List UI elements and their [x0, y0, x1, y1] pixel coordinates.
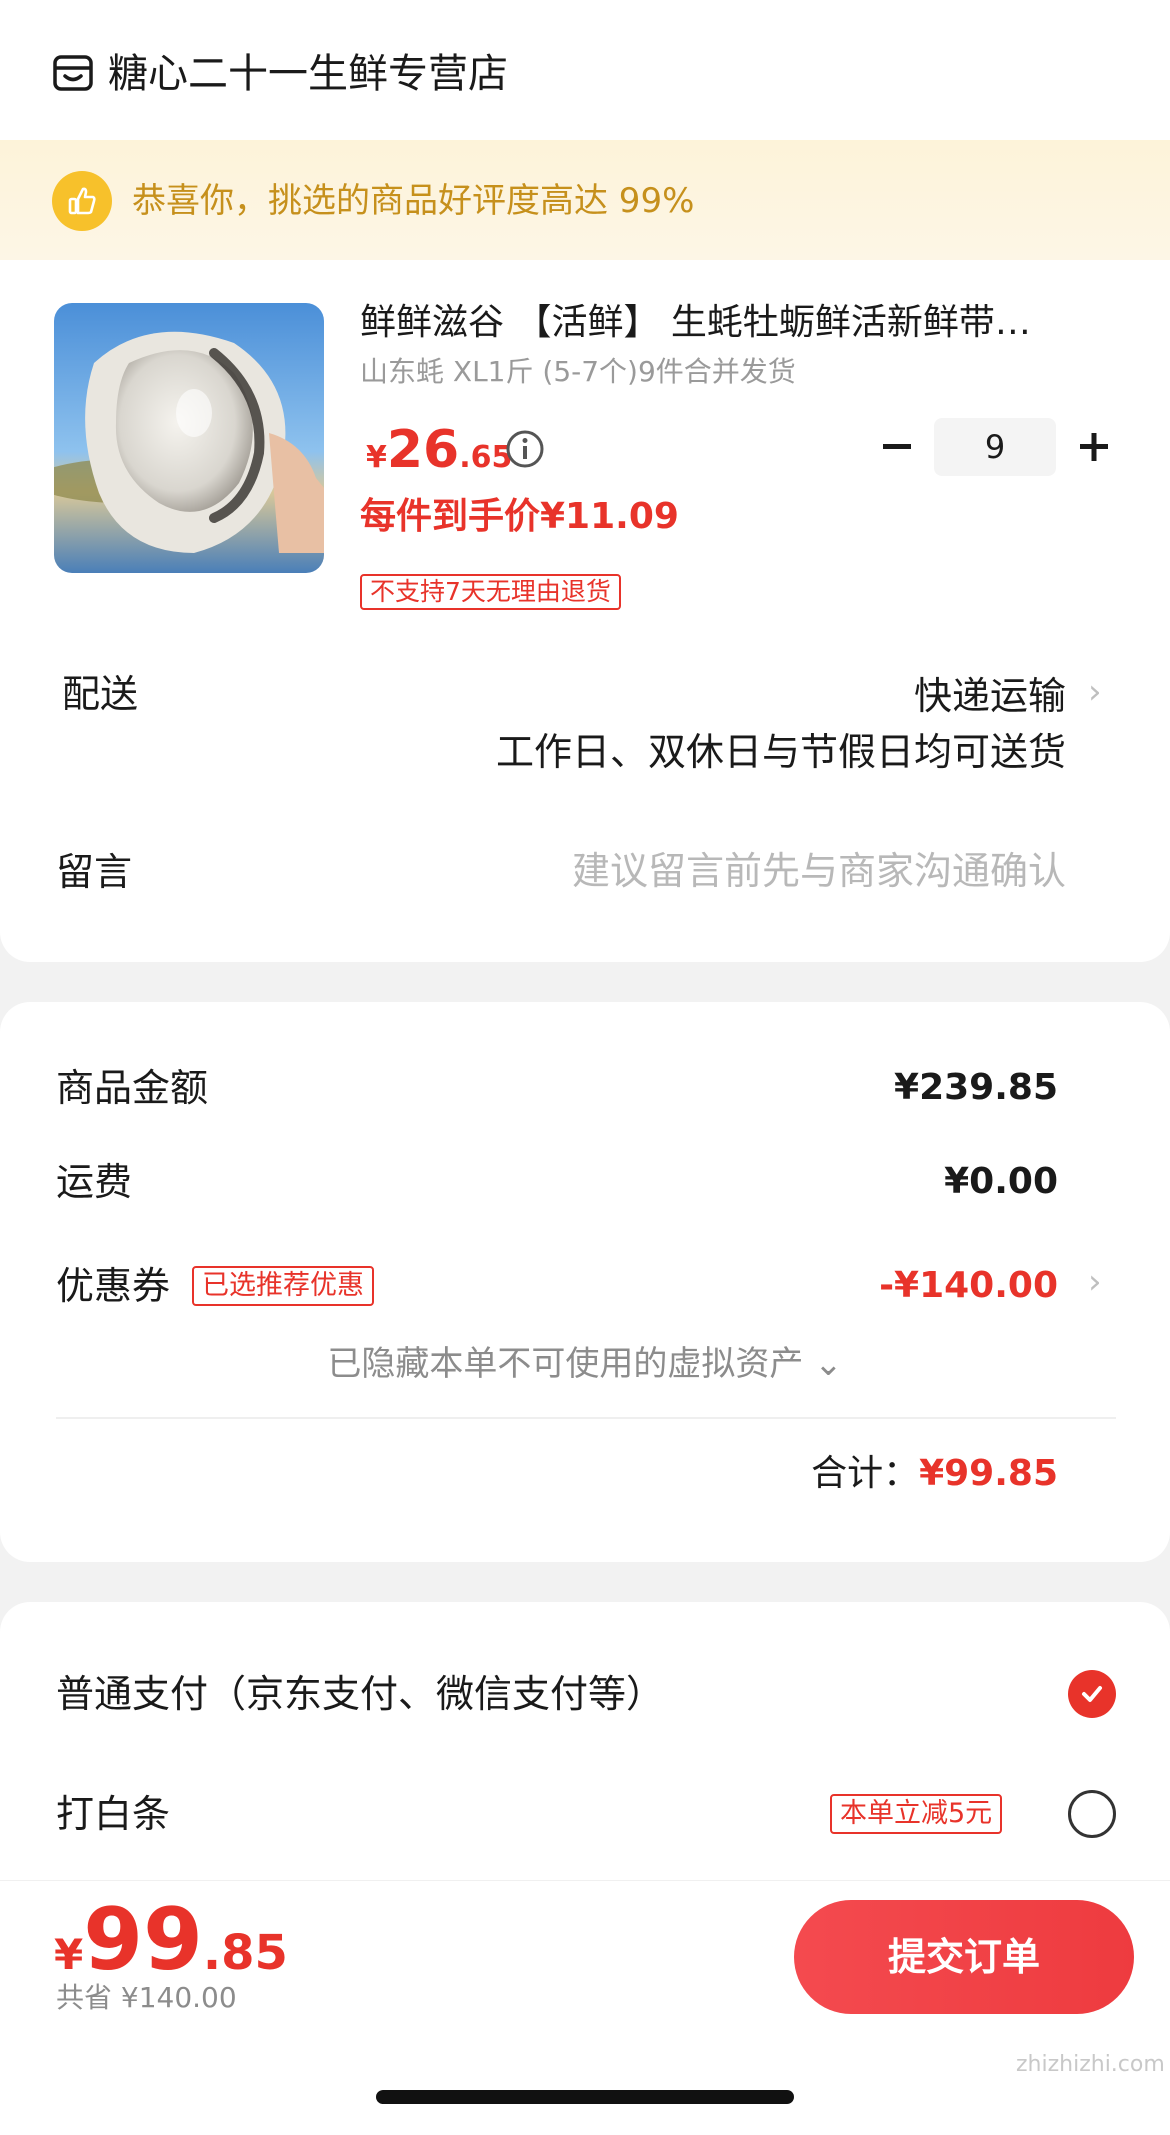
delivery-note: 工作日、双休日与节假日均可送货: [495, 730, 1066, 774]
order-total: 合计：¥99.85: [811, 1448, 1058, 1500]
payment-option-normal[interactable]: 普通支付（京东支付、微信支付等）: [56, 1668, 664, 1720]
quantity-plus-button[interactable]: [1076, 424, 1112, 470]
grand-total-currency: ¥: [54, 1930, 84, 1979]
shipping-value: ¥0.00: [944, 1161, 1058, 1202]
message-label: 留言: [56, 850, 133, 894]
shipping-label: 运费: [56, 1160, 133, 1204]
delivery-method[interactable]: 快递运输: [914, 670, 1066, 722]
home-indicator[interactable]: [376, 2090, 794, 2104]
return-policy-badge: 不支持7天无理由退货: [360, 574, 621, 610]
store-icon: [53, 55, 93, 91]
product-title[interactable]: 鲜鲜滋谷 【活鲜】 生蚝牡蛎鲜活新鲜带…: [360, 298, 1100, 348]
chevron-right-icon[interactable]: ›: [1088, 672, 1102, 712]
store-name[interactable]: 糖心二十一生鲜专营店: [108, 46, 508, 102]
product-price: ¥26.65: [366, 420, 512, 480]
unit-price: 每件到手价¥11.09: [360, 496, 679, 537]
info-icon[interactable]: [504, 428, 546, 470]
divider: [56, 1417, 1116, 1419]
order-total-label: 合计：: [811, 1453, 920, 1494]
payment-baitiao-radio[interactable]: [1068, 1790, 1116, 1838]
grand-total: ¥99.85: [54, 1890, 288, 1990]
coupon-value[interactable]: -¥140.00: [879, 1260, 1058, 1312]
coupon-badge: 已选推荐优惠: [192, 1266, 374, 1306]
watermark: zhizhizhi.com: [1016, 2052, 1165, 2077]
quantity-input[interactable]: 9: [934, 418, 1056, 476]
goods-amount-label: 商品金额: [56, 1066, 209, 1110]
coupon-label: 优惠券: [56, 1264, 171, 1308]
chevron-right-icon[interactable]: ›: [1088, 1262, 1102, 1302]
delivery-label: 配送: [62, 672, 139, 716]
message-input[interactable]: [466, 844, 1066, 898]
order-total-value: ¥99.85: [919, 1453, 1058, 1494]
quantity-minus-button[interactable]: [880, 424, 914, 470]
grand-total-integer: 99: [83, 1890, 203, 1990]
baitiao-promo-badge: 本单立减5元: [830, 1794, 1003, 1834]
payment-option-baitiao[interactable]: 打白条: [56, 1788, 170, 1840]
payment-normal-radio-checked[interactable]: [1068, 1670, 1116, 1718]
product-spec[interactable]: 山东蚝 XL1斤 (5-7个)9件合并发货: [360, 352, 796, 392]
saved-amount: 共省 ¥140.00: [56, 1981, 237, 2014]
price-integer: 26: [386, 420, 460, 480]
price-currency: ¥: [366, 440, 387, 475]
rating-banner-text: 恭喜你，挑选的商品好评度高达 99%: [132, 181, 695, 221]
thumbs-up-icon: [52, 171, 112, 231]
product-image[interactable]: [54, 303, 324, 573]
hidden-assets-toggle[interactable]: 已隐藏本单不可使用的虚拟资产 ⌄: [0, 1340, 1170, 1388]
grand-total-decimal: .85: [202, 1925, 288, 1981]
submit-order-button[interactable]: 提交订单: [794, 1900, 1134, 2014]
goods-amount-value: ¥239.85: [894, 1067, 1058, 1108]
